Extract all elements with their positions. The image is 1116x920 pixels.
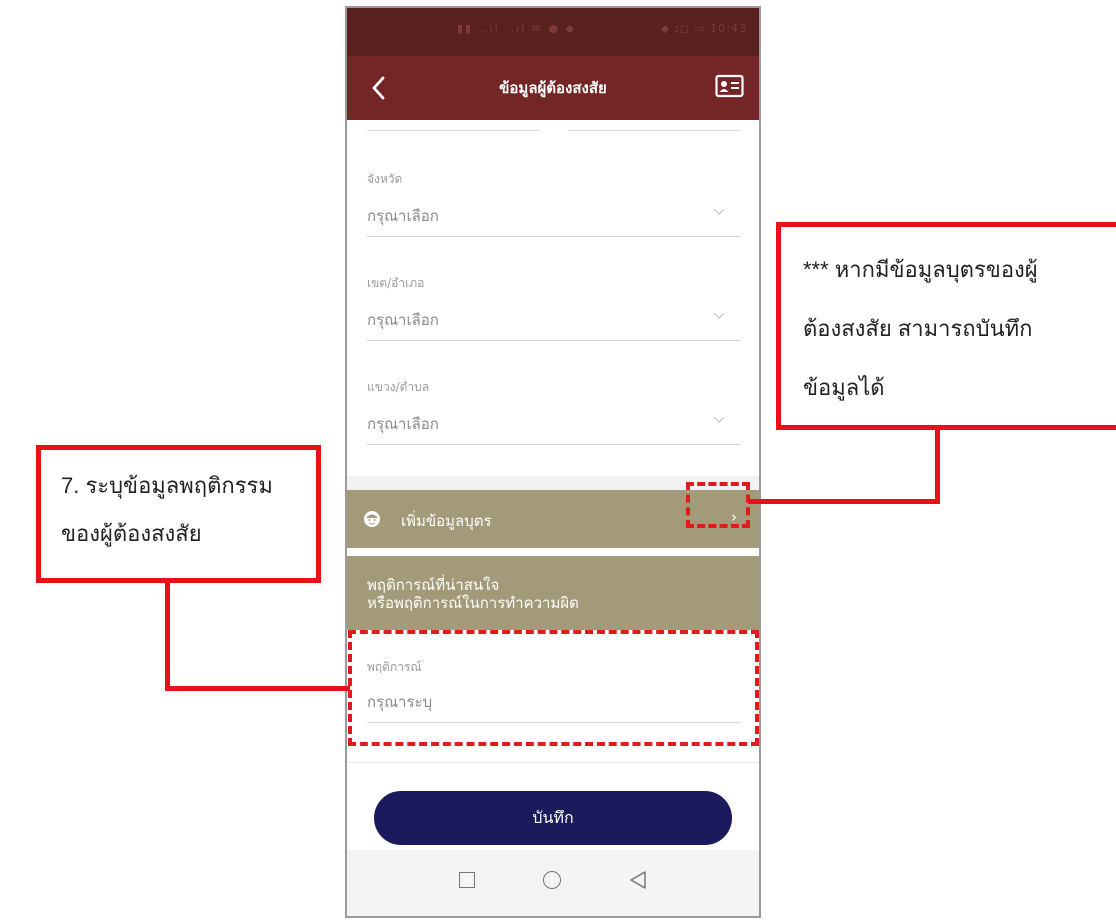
- chevron-down-icon: [713, 312, 725, 319]
- home-icon[interactable]: [543, 871, 561, 889]
- province-select[interactable]: กรุณาเลือก: [367, 204, 439, 228]
- behavior-field-highlight: [348, 630, 759, 746]
- chevron-down-icon: [713, 416, 725, 423]
- district-field[interactable]: เขต/อำเภอ กรุณาเลือก: [367, 274, 741, 374]
- field-underline: [367, 340, 741, 341]
- callout-text-line: ของผู้ต้องสงสัย: [61, 521, 202, 546]
- field-underline: [367, 130, 539, 131]
- phone-frame: ▮▮ ..ıl ..ıl ✉ ● ◆ ◆ ɪ◻ ▭ 10:43 ข้อมูลผู…: [345, 6, 761, 918]
- callout-connector: [748, 499, 940, 504]
- callout-connector: [165, 583, 170, 691]
- callout-connector: [935, 430, 940, 504]
- province-field[interactable]: จังหวัด กรุณาเลือก: [367, 170, 741, 270]
- callout-text-line: *** หากมีข้อมูลบุตรของผู้: [803, 257, 1038, 282]
- status-time: ◆ ɪ◻ ▭ 10:43: [660, 22, 747, 35]
- behavior-header-line1: พฤติการณ์ที่น่าสนใจ: [367, 576, 500, 594]
- subdistrict-field[interactable]: แขวง/ตำบล กรุณาเลือก: [367, 378, 741, 478]
- recents-icon[interactable]: [459, 872, 475, 888]
- subdistrict-select[interactable]: กรุณาเลือก: [367, 412, 439, 436]
- back-triangle-icon[interactable]: [629, 870, 647, 890]
- district-label: เขต/อำเภอ: [367, 276, 425, 290]
- save-area: บันทึก: [347, 762, 759, 851]
- page-title: ข้อมูลผู้ต้องสงสัย: [499, 79, 607, 97]
- status-bar: ▮▮ ..ıl ..ıl ✉ ● ◆ ◆ ɪ◻ ▭ 10:43: [347, 8, 759, 56]
- behavior-section-header: พฤติการณ์ที่น่าสนใจ หรือพฤติการณ์ในการทำ…: [347, 556, 759, 630]
- callout-text-line: 7. ระบุข้อมูลพฤติกรรม: [61, 473, 273, 498]
- field-underline: [367, 444, 741, 445]
- callout-text-line: ข้อมูลได้: [803, 375, 885, 400]
- status-icons: ▮▮ ..ıl ..ıl ✉ ● ◆: [457, 22, 577, 35]
- app-bar: ข้อมูลผู้ต้องสงสัย: [347, 56, 759, 120]
- baby-face-icon: [364, 511, 380, 527]
- behavior-callout: 7. ระบุข้อมูลพฤติกรรม ของผู้ต้องสงสัย: [36, 445, 321, 583]
- add-child-label: เพิ่มข้อมูลบุตร: [401, 512, 492, 530]
- android-nav-bar: [347, 850, 759, 916]
- district-select[interactable]: กรุณาเลือก: [367, 308, 439, 332]
- child-info-callout: *** หากมีข้อมูลบุตรของผู้ ต้องสงสัย สามา…: [776, 222, 1116, 430]
- field-underline: [367, 236, 741, 237]
- subdistrict-label: แขวง/ตำบล: [367, 380, 430, 394]
- child-arrow-highlight: [686, 482, 750, 528]
- field-underline: [569, 130, 741, 131]
- behavior-header-line2: หรือพฤติการณ์ในการทำความผิด: [367, 594, 579, 612]
- province-label: จังหวัด: [367, 172, 403, 186]
- save-button[interactable]: บันทึก: [374, 791, 732, 845]
- id-card-button[interactable]: [715, 74, 745, 100]
- id-card-icon: [715, 74, 744, 98]
- callout-connector: [165, 686, 350, 691]
- chevron-down-icon: [713, 208, 725, 215]
- callout-text-line: ต้องสงสัย สามารถบันทึก: [803, 316, 1033, 341]
